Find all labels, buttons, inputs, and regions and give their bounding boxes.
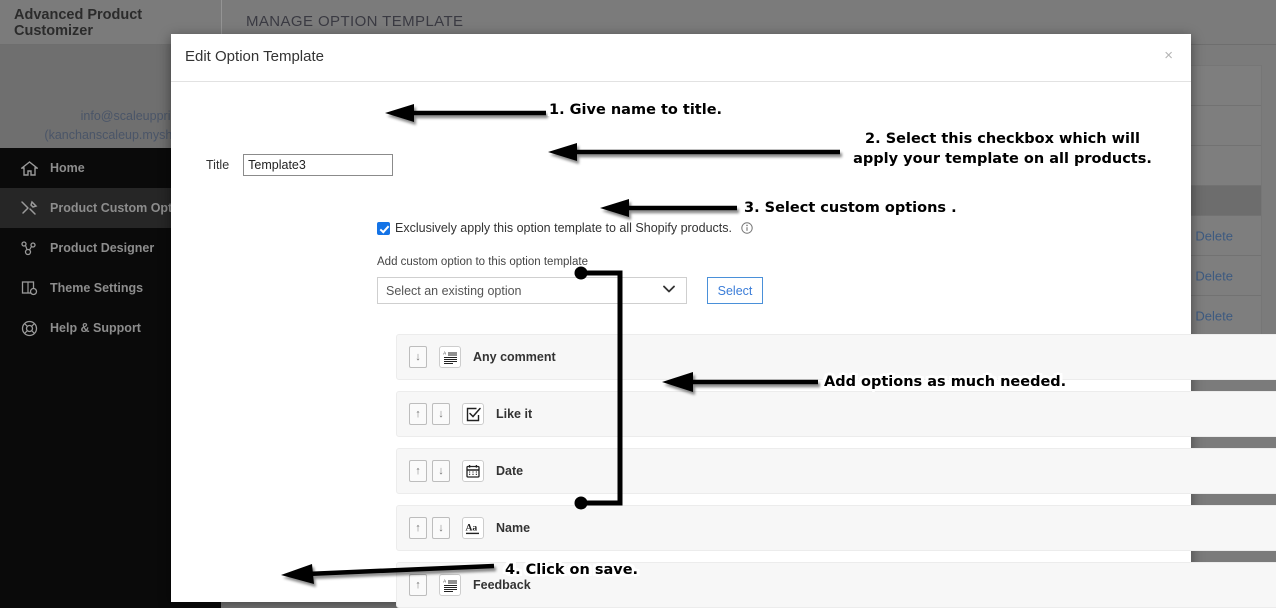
sidebar-item-label: Home: [50, 161, 85, 175]
title-input[interactable]: [243, 154, 394, 176]
move-up-icon[interactable]: ↑: [409, 517, 427, 539]
sidebar-item-label: Help & Support: [50, 321, 141, 335]
sidebar-item-label: Product Designer: [50, 241, 155, 255]
home-icon: [14, 157, 44, 179]
exclusive-apply-checkbox[interactable]: [377, 221, 390, 235]
option-row[interactable]: ↓ A Any comment ×: [396, 334, 1276, 380]
delete-link[interactable]: Delete: [1195, 228, 1233, 243]
move-down-icon[interactable]: ↓: [409, 346, 427, 368]
option-label: Feedback: [473, 578, 531, 592]
text-field-icon: Aa: [462, 517, 484, 539]
info-icon[interactable]: [741, 222, 753, 234]
modal-body: Title Exclusively apply this option temp…: [171, 82, 1276, 608]
svg-text:Aa: Aa: [466, 522, 478, 533]
option-label: Name: [496, 521, 531, 535]
move-down-icon[interactable]: ↓: [432, 403, 450, 425]
move-up-icon[interactable]: ↑: [409, 574, 427, 596]
svg-text:A: A: [443, 578, 446, 583]
checkbox-icon: [462, 403, 484, 425]
existing-option-select[interactable]: Select an existing option: [377, 277, 687, 304]
calendar-icon: [462, 460, 484, 482]
existing-option-select-wrap: Select an existing option: [377, 277, 687, 304]
lifebuoy-icon: [14, 317, 44, 339]
option-label: Any comment: [473, 350, 556, 364]
option-label: Like it: [496, 407, 533, 421]
title-field-row: Title: [206, 154, 394, 176]
option-row[interactable]: ↑ ↓ Date ×: [396, 448, 1276, 494]
sidebar-item-label: Theme Settings: [50, 281, 144, 295]
textarea-icon: A: [439, 346, 461, 368]
delete-link[interactable]: Delete: [1195, 268, 1233, 283]
option-row[interactable]: ↑ A Feedback ×: [396, 562, 1276, 608]
select-button[interactable]: Select: [707, 277, 763, 304]
move-up-icon[interactable]: ↑: [409, 460, 427, 482]
exclusive-apply-label: Exclusively apply this option template t…: [395, 221, 732, 235]
option-list: ↓ A Any comment × ↑ ↓ Like it ×: [396, 334, 1276, 608]
move-down-icon[interactable]: ↓: [432, 460, 450, 482]
modal-title: Edit Option Template: [185, 48, 324, 65]
tools-icon: [14, 197, 44, 219]
add-option-label: Add custom option to this option templat…: [377, 256, 588, 268]
move-down-icon[interactable]: ↓: [432, 517, 450, 539]
option-row[interactable]: ↑ ↓ Like it ×: [396, 391, 1276, 437]
designer-icon: [14, 237, 44, 259]
screen: Advanced Product Customizer MANAGE OPTIO…: [0, 0, 1276, 608]
page-title: MANAGE OPTION TEMPLATE: [246, 13, 464, 30]
textarea-icon: A: [439, 574, 461, 596]
exclusive-apply-row: Exclusively apply this option template t…: [377, 221, 753, 235]
edit-option-template-modal: Edit Option Template × Title Exclusively…: [171, 34, 1276, 608]
modal-header: Edit Option Template ×: [171, 34, 1191, 82]
theme-icon: [14, 277, 44, 299]
option-label: Date: [496, 464, 524, 478]
svg-text:A: A: [443, 350, 446, 355]
delete-link[interactable]: Delete: [1195, 308, 1233, 323]
title-label: Title: [206, 158, 230, 172]
move-up-icon[interactable]: ↑: [409, 403, 427, 425]
option-row[interactable]: ↑ ↓ Aa Name ×: [396, 505, 1276, 551]
close-icon[interactable]: ×: [1158, 46, 1179, 65]
